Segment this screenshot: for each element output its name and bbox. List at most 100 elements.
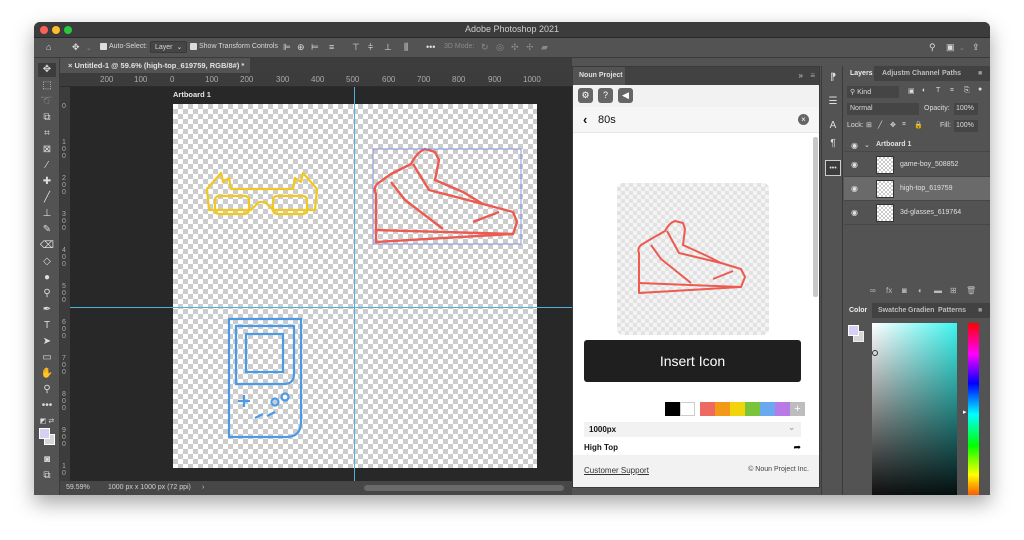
type-tool-icon[interactable]: T [38,319,56,333]
filter-toggle[interactable]: ● [978,86,982,93]
crop-tool-icon[interactable]: ⌗ [38,127,56,141]
lock-position-icon[interactable]: ✥ [890,121,896,129]
blur-tool-icon[interactable]: ● [38,271,56,285]
auto-select-checkbox[interactable]: Auto-Select: [100,43,147,50]
quick-mask-icon[interactable]: ◙ [38,453,56,467]
announcement-icon[interactable]: ◀ [618,88,633,103]
back-chevron-icon[interactable]: ‹ [583,112,587,127]
visibility-eye-icon[interactable]: ◉ [851,184,858,193]
history-brush-icon[interactable]: ✎ [38,223,56,237]
collapse-panel-icon[interactable]: » [799,71,803,80]
character-panel-icon[interactable]: A [825,118,841,134]
3d-roll-icon[interactable]: ◎ [496,42,504,53]
swatch-red[interactable] [700,402,715,416]
new-layer-icon[interactable]: ⊞ [950,286,957,295]
home-icon[interactable]: ⌂ [46,42,51,52]
zoom-level[interactable]: 59.59% [66,484,90,491]
align-bottom-icon[interactable]: ⊥ [384,42,392,53]
filter-kind-dropdown[interactable]: ⚲ Kind [847,86,899,98]
vertical-guide[interactable] [354,87,355,481]
foreground-color-swatch[interactable] [39,428,50,439]
distribute-vertical-icon[interactable]: ⫼ [404,42,408,53]
help-icon[interactable]: ? [598,88,613,103]
paragraph-panel-icon[interactable]: ¶ [825,136,841,152]
clone-stamp-icon[interactable]: ⊥ [38,207,56,221]
color-picker-marker[interactable] [872,350,878,356]
lock-artboard-icon[interactable]: ⌗ [902,121,906,129]
panel-menu-icon[interactable]: ■ [978,70,982,77]
swatch-green[interactable] [745,402,760,416]
path-select-icon[interactable]: ➤ [38,335,56,349]
plugin-panel-icon[interactable]: ••• [825,160,841,176]
lasso-tool-icon[interactable]: ➰ [38,95,56,109]
lock-pixels-icon[interactable]: ╱ [878,121,882,129]
pen-tool-icon[interactable]: ✒ [38,303,56,317]
lock-transparency-icon[interactable]: ⊞ [866,121,872,129]
align-right-icon[interactable]: ⊨ [311,42,319,53]
filter-adjustment-icon[interactable]: ◐ [922,87,926,94]
swatch-black[interactable] [665,402,680,416]
share-arrow-icon[interactable]: ➦ [793,442,801,453]
tab-adjustments[interactable]: Adjustm [882,70,910,77]
artboard[interactable] [173,104,537,468]
opacity-input[interactable]: 100% [954,103,978,115]
canvas-area[interactable]: Artboard 1 [70,87,572,481]
swatch-white[interactable] [680,402,695,416]
3d-slide-icon[interactable]: ✢ [526,42,534,53]
filter-pixel-icon[interactable]: ▣ [908,87,915,95]
panel-menu-icon[interactable]: ■ [978,307,982,314]
panel-menu-icon[interactable]: ≡ [810,71,815,80]
foreground-color-chip[interactable] [848,325,859,336]
move-tool-icon[interactable]: ✥ [72,42,80,53]
status-arrow-icon[interactable]: › [202,484,204,491]
swap-colors-icon[interactable]: ◩ ⇄ [38,415,56,429]
paint-bucket-icon[interactable]: ◇ [38,255,56,269]
search-icon[interactable]: ⚲ [929,42,936,53]
customer-support-link[interactable]: Customer Support [584,466,649,475]
size-dropdown[interactable]: 1000px ⌄ [584,422,801,437]
fx-icon[interactable]: fx [886,286,892,295]
workspace-chevron-icon[interactable]: ⌄ [959,44,965,52]
fill-input[interactable]: 100% [954,120,978,132]
frame-tool-icon[interactable]: ⊠ [38,143,56,157]
3d-scale-icon[interactable]: ▰ [541,42,548,53]
noun-project-tab[interactable]: Noun Project [573,67,625,85]
tool-preset-chevron-icon[interactable]: ⌄ [86,44,92,52]
rectangle-tool-icon[interactable]: ▭ [38,351,56,365]
insert-icon-button[interactable]: Insert Icon [584,340,801,382]
noun-panel-scrollbar[interactable] [813,137,818,297]
tab-layers[interactable]: Layers [844,66,874,81]
tab-gradients[interactable]: Gradien [908,307,934,314]
align-middle-icon[interactable]: ⫩ [368,42,373,53]
more-tools-icon[interactable]: ••• [38,399,56,413]
workspace-icon[interactable]: ▣ [946,42,955,53]
swatch-blue[interactable] [760,402,775,416]
distribute-icon[interactable]: ≡ [329,42,334,52]
artboard-label[interactable]: Artboard 1 [173,90,211,99]
hue-slider-handle-icon[interactable]: ▸ [963,408,967,416]
tab-channels[interactable]: Channel [912,70,940,77]
link-layers-icon[interactable]: ∞ [870,286,876,295]
swatch-orange[interactable] [715,402,730,416]
auto-select-dropdown[interactable]: Layer ⌄ [150,41,188,53]
document-tab[interactable]: × Untitled-1 @ 59.6% (high-top_619759, R… [60,58,250,73]
share-icon[interactable]: ⇪ [972,42,980,53]
tab-patterns[interactable]: Patterns [938,307,966,314]
3d-rotate-icon[interactable]: ↻ [481,42,489,53]
filter-shape-icon[interactable]: ⌗ [950,87,954,95]
layer-row[interactable]: ◉ game-boy_508852 [844,153,990,177]
screen-mode-icon[interactable]: ⧉ [38,469,56,483]
swatch-purple[interactable] [775,402,790,416]
visibility-eye-icon[interactable]: ◉ [851,208,858,217]
tab-swatches[interactable]: Swatche [878,307,906,314]
hue-slider[interactable] [968,323,979,495]
visibility-eye-icon[interactable]: ◉ [851,141,858,150]
3d-pan-icon[interactable]: ✣ [511,42,519,53]
group-chevron-icon[interactable]: ⌄ [864,141,870,149]
zoom-tool-icon[interactable]: ⚲ [38,383,56,397]
filter-type-icon[interactable]: T [936,87,940,94]
horizontal-scrollbar[interactable] [364,485,564,491]
brush-tool-icon[interactable]: ╱ [38,191,56,205]
add-swatch-button[interactable]: + [790,402,805,416]
show-transform-checkbox[interactable]: Show Transform Controls [190,43,278,50]
